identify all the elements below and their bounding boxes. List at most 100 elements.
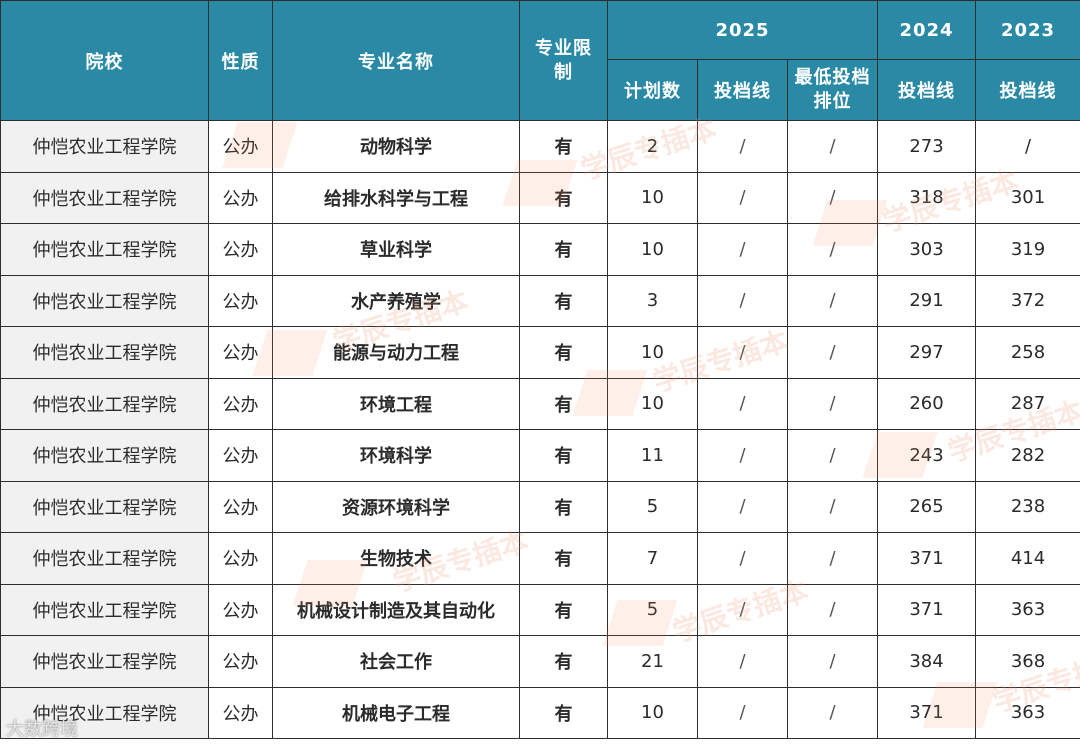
cell-line-2023: / [975, 120, 1080, 173]
cell-line-2023: 363 [975, 583, 1080, 636]
cell-plan-count: 5 [607, 480, 698, 533]
header-year-2023: 2023 [975, 0, 1080, 60]
cell-major: 动物科学 [272, 120, 520, 173]
cell-nature: 公办 [208, 274, 273, 327]
cell-nature: 公办 [208, 480, 273, 533]
cell-school: 仲恺农业工程学院 [0, 120, 209, 173]
cell-limit: 有 [519, 120, 608, 173]
cell-line-2023: 287 [975, 377, 1080, 430]
cell-limit: 有 [519, 274, 608, 327]
cell-min-rank: / [786, 429, 879, 482]
table-row: 仲恺农业工程学院 公办 生物技术有 7//371 414 [0, 532, 1080, 585]
cell-limit: 有 [519, 686, 608, 739]
cell-major: 能源与动力工程 [272, 326, 520, 379]
header-line-2025: 投档线 [697, 59, 788, 121]
cell-plan-count: 10 [607, 326, 698, 379]
cell-min-rank: / [786, 120, 879, 173]
table-row: 仲恺农业工程学院 公办 机械电子工程有 10//371 363 [0, 686, 1080, 739]
cell-school: 仲恺农业工程学院 [0, 583, 209, 636]
cell-plan-count: 2 [607, 120, 698, 173]
cell-nature: 公办 [208, 377, 273, 430]
cell-min-rank: / [786, 480, 879, 533]
cell-school: 仲恺农业工程学院 [0, 326, 209, 379]
cell-major: 水产养殖学 [272, 274, 520, 327]
cell-limit: 有 [519, 532, 608, 585]
cell-plan-count: 5 [607, 583, 698, 636]
cell-major: 社会工作 [272, 635, 520, 688]
cell-line-2023: 258 [975, 326, 1080, 379]
cell-min-rank: / [786, 377, 879, 430]
cell-limit: 有 [519, 223, 608, 276]
cell-nature: 公办 [208, 686, 273, 739]
table-row: 仲恺农业工程学院 公办 动物科学有 2//273/ [0, 120, 1080, 173]
cell-major: 环境工程 [272, 377, 520, 430]
table-row: 仲恺农业工程学院 公办 能源与动力工程有 10//297 258 [0, 326, 1080, 379]
cell-line-2024: 318 [877, 171, 977, 224]
cell-nature: 公办 [208, 326, 273, 379]
cell-school: 仲恺农业工程学院 [0, 377, 209, 430]
cell-line-2025: / [697, 120, 788, 173]
cell-line-2025: / [697, 326, 788, 379]
cell-plan-count: 10 [607, 223, 698, 276]
table-row: 仲恺农业工程学院 公办 资源环境科学有 5//265 238 [0, 480, 1080, 533]
cell-line-2024: 371 [877, 583, 977, 636]
table-row: 仲恺农业工程学院 公办 环境科学有 11//243 282 [0, 429, 1080, 482]
cell-limit: 有 [519, 583, 608, 636]
table-row: 仲恺农业工程学院 公办 给排水科学与工程有 10//318 301 [0, 171, 1080, 224]
table-row: 仲恺农业工程学院 公办 环境工程有 10//260 287 [0, 377, 1080, 430]
cell-min-rank: / [786, 635, 879, 688]
admission-table: 院校 性质 专业名称 专业限制 2025 2024 2023 计划数 投档线 最… [0, 0, 1080, 739]
cell-line-2024: 303 [877, 223, 977, 276]
cell-line-2024: 384 [877, 635, 977, 688]
header-min-rank: 最低投档排位 [786, 59, 879, 121]
cell-plan-count: 3 [607, 274, 698, 327]
cell-limit: 有 [519, 480, 608, 533]
cell-line-2025: / [697, 686, 788, 739]
cell-line-2024: 371 [877, 686, 977, 739]
cell-min-rank: / [786, 223, 879, 276]
cell-line-2023: 319 [975, 223, 1080, 276]
cell-line-2024: 291 [877, 274, 977, 327]
header-year-2024: 2024 [877, 0, 977, 60]
table-body: 仲恺农业工程学院 公办 动物科学有 2//273/仲恺农业工程学院 公办 给排水科学与工程… [0, 120, 1080, 739]
cell-limit: 有 [519, 377, 608, 430]
cell-plan-count: 21 [607, 635, 698, 688]
cell-plan-count: 10 [607, 171, 698, 224]
cell-min-rank: / [786, 171, 879, 224]
table-row: 仲恺农业工程学院 公办 机械设计制造及其自动化有 5//371 363 [0, 583, 1080, 636]
cell-line-2025: / [697, 635, 788, 688]
cell-min-rank: / [786, 274, 879, 327]
cell-line-2025: / [697, 532, 788, 585]
cell-nature: 公办 [208, 171, 273, 224]
cell-line-2025: / [697, 377, 788, 430]
cell-line-2024: 371 [877, 532, 977, 585]
cell-line-2024: 265 [877, 480, 977, 533]
cell-line-2024: 273 [877, 120, 977, 173]
header-plan-count: 计划数 [607, 59, 698, 121]
cell-line-2025: / [697, 429, 788, 482]
cell-major: 生物技术 [272, 532, 520, 585]
cell-nature: 公办 [208, 532, 273, 585]
cell-plan-count: 11 [607, 429, 698, 482]
header-major: 专业名称 [272, 0, 520, 121]
cell-limit: 有 [519, 326, 608, 379]
cell-limit: 有 [519, 635, 608, 688]
header-year-2025: 2025 [606, 0, 879, 60]
cell-major: 资源环境科学 [272, 480, 520, 533]
cell-major: 草业科学 [272, 223, 520, 276]
cell-major: 机械设计制造及其自动化 [272, 583, 520, 636]
cell-major: 机械电子工程 [272, 686, 520, 739]
cell-school: 仲恺农业工程学院 [0, 429, 209, 482]
cell-line-2023: 363 [975, 686, 1080, 739]
cell-school: 仲恺农业工程学院 [0, 532, 209, 585]
cell-plan-count: 7 [607, 532, 698, 585]
cell-limit: 有 [519, 429, 608, 482]
cell-line-2023: 414 [975, 532, 1080, 585]
header-nature: 性质 [208, 0, 273, 121]
cell-line-2024: 260 [877, 377, 977, 430]
cell-min-rank: / [786, 532, 879, 585]
cell-min-rank: / [786, 326, 879, 379]
cell-plan-count: 10 [607, 686, 698, 739]
table-row: 仲恺农业工程学院 公办 社会工作有 21//384 368 [0, 635, 1080, 688]
cell-line-2023: 372 [975, 274, 1080, 327]
